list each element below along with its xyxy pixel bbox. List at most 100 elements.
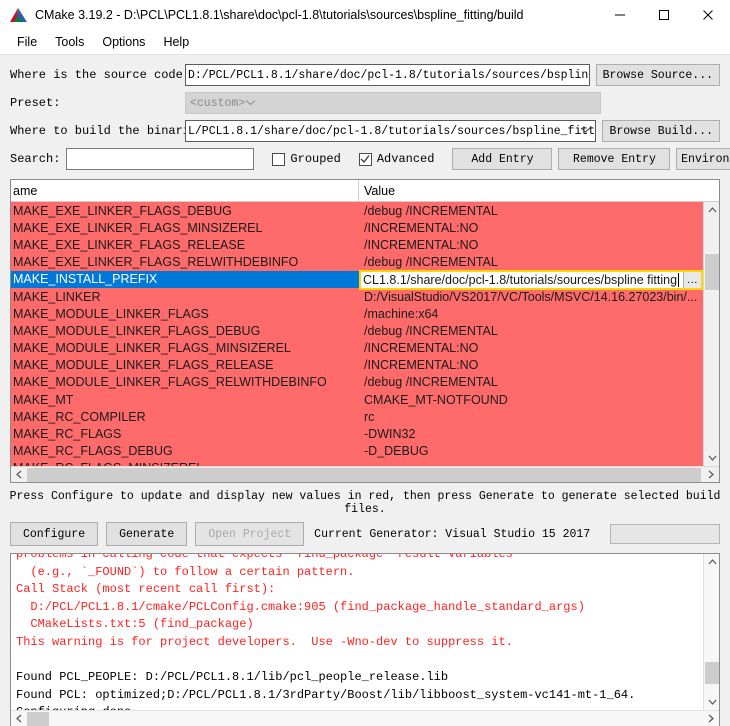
cell-variable-name: MAKE_RC_FLAGS_DEBUG bbox=[13, 444, 173, 459]
table-row[interactable]: MAKE_EXE_LINKER_FLAGS_DEBUG/debug /INCRE… bbox=[11, 202, 703, 220]
source-code-input[interactable]: D:/PCL/PCL1.8.1/share/doc/pcl-1.8/tutori… bbox=[185, 64, 590, 86]
grouped-checkbox-wrap[interactable]: Grouped bbox=[272, 152, 341, 166]
text-caret bbox=[678, 272, 680, 287]
current-generator-label: Current Generator: Visual Studio 15 2017 bbox=[314, 527, 591, 541]
chevron-down-icon bbox=[245, 97, 256, 110]
cell-variable-value: /INCREMENTAL:NO bbox=[364, 341, 479, 356]
cell-variable-name: MAKE_EXE_LINKER_FLAGS_DEBUG bbox=[13, 203, 232, 218]
configure-button[interactable]: Configure bbox=[10, 522, 99, 546]
add-entry-button[interactable]: Add Entry bbox=[452, 148, 553, 170]
column-header-value[interactable]: Value bbox=[359, 180, 719, 201]
table-row[interactable]: MAKE_MODULE_LINKER_FLAGS_RELEASE/INCREME… bbox=[11, 356, 703, 374]
log-hscroll-thumb[interactable] bbox=[27, 711, 49, 726]
table-row[interactable]: MAKE_MODULE_LINKER_FLAGS_RELWITHDEBINFO /… bbox=[11, 373, 703, 392]
chevron-down-icon[interactable] bbox=[580, 125, 591, 138]
cell-variable-name: MAKE_MODULE_LINKER_FLAGS_RELWITHDEBINFO bbox=[13, 375, 327, 390]
table-row[interactable]: MAKE_LINKER D:/VisualStudio/VS2017/VC/Too… bbox=[11, 287, 703, 306]
environment-button[interactable]: Environment... bbox=[676, 148, 730, 170]
preset-value: <custom> bbox=[190, 96, 246, 110]
cell-variable-value: /INCREMENTAL:NO bbox=[364, 220, 479, 235]
menu-item-file[interactable]: File bbox=[8, 33, 46, 51]
menu-item-tools[interactable]: Tools bbox=[46, 33, 93, 51]
table-row[interactable]: MAKE_RC_FLAGS_DEBUG -D_DEBUG bbox=[11, 442, 703, 460]
window-title: CMake 3.19.2 - D:\PCL\PCL1.8.1\share\doc… bbox=[35, 8, 524, 22]
preset-label: Preset: bbox=[10, 96, 61, 110]
table-row[interactable]: MAKE_MODULE_LINKER_FLAGS_DEBUG/debug /IN… bbox=[11, 322, 703, 340]
progress-bar bbox=[610, 524, 720, 544]
cache-variables-table: ame Value MAKE_EXE_LINKER_FLAGS_DEBUG/de… bbox=[10, 179, 720, 483]
table-rows: MAKE_EXE_LINKER_FLAGS_DEBUG/debug /INCRE… bbox=[11, 202, 703, 466]
scroll-left-icon[interactable] bbox=[11, 711, 27, 726]
table-horizontal-scrollbar[interactable] bbox=[11, 466, 719, 482]
log-horizontal-scrollbar[interactable] bbox=[11, 710, 719, 726]
advanced-checkbox-wrap[interactable]: Advanced bbox=[358, 152, 435, 166]
table-row[interactable]: MAKE_RC_COMPILER rc bbox=[11, 408, 703, 426]
cell-variable-name: MAKE_MODULE_LINKER_FLAGS bbox=[13, 306, 209, 321]
log-vertical-scrollbar[interactable] bbox=[703, 554, 719, 710]
search-label: Search: bbox=[10, 152, 61, 166]
advanced-label: Advanced bbox=[376, 152, 435, 166]
scroll-up-icon[interactable] bbox=[704, 554, 719, 570]
menu-item-help[interactable]: Help bbox=[154, 33, 198, 51]
log-output-panel: problems in calling code that expects `f… bbox=[10, 553, 720, 726]
search-row: Search: Grouped Advanced Add Entry Remov… bbox=[10, 147, 730, 171]
log-vscroll-thumb[interactable] bbox=[705, 662, 719, 684]
cell-variable-value: -DWIN32 bbox=[364, 427, 416, 442]
scroll-left-icon[interactable] bbox=[11, 467, 27, 483]
table-hscroll-track[interactable] bbox=[27, 467, 703, 482]
close-icon[interactable] bbox=[686, 0, 730, 30]
scroll-down-icon[interactable] bbox=[704, 694, 719, 710]
table-row[interactable]: MAKE_RC_FLAGS -DWIN32 bbox=[11, 425, 703, 443]
grouped-checkbox[interactable] bbox=[272, 152, 286, 166]
form-area: Where is the source code: D:/PCL/PCL1.8.… bbox=[0, 55, 730, 175]
minimize-icon[interactable] bbox=[598, 0, 642, 30]
log-lines[interactable]: problems in calling code that expects `f… bbox=[11, 554, 703, 710]
menu-bar: File Tools Options Help bbox=[0, 30, 730, 55]
preset-select[interactable]: <custom> bbox=[185, 92, 601, 114]
table-row[interactable]: MAKE_EXE_LINKER_FLAGS_MINSIZEREL/INCREME… bbox=[11, 219, 703, 237]
cell-variable-name: MAKE_MODULE_LINKER_FLAGS_RELEASE bbox=[13, 358, 274, 373]
maximize-icon[interactable] bbox=[642, 0, 686, 30]
table-vscroll-thumb[interactable] bbox=[705, 254, 719, 290]
table-row[interactable]: MAKE_MODULE_LINKER_FLAGS/machine:x64 bbox=[11, 305, 703, 323]
column-header-name[interactable]: ame bbox=[11, 180, 359, 201]
table-row[interactable]: MAKE_EXE_LINKER_FLAGS_RELEASE/INCREMENTA… bbox=[11, 236, 703, 254]
build-binaries-input[interactable]: L/PCL1.8.1/share/doc/pcl-1.8/tutorials/s… bbox=[185, 120, 597, 142]
log-line: CMakeLists.txt:5 (find_package) bbox=[16, 617, 254, 632]
log-line: D:/PCL/PCL1.8.1/cmake/PCLConfig.cmake:90… bbox=[16, 599, 585, 614]
scroll-right-icon[interactable] bbox=[703, 467, 719, 483]
browse-path-button[interactable]: ... bbox=[683, 271, 701, 288]
cell-variable-value: CMAKE_MT-NOTFOUND bbox=[364, 392, 508, 407]
log-line: This warning is for project developers. … bbox=[16, 634, 513, 649]
cell-variable-name: MAKE_MODULE_LINKER_FLAGS_DEBUG bbox=[13, 323, 261, 338]
table-row[interactable]: MAKE_EXE_LINKER_FLAGS_RELWITHDEBINFO/deb… bbox=[11, 253, 703, 271]
remove-entry-button[interactable]: Remove Entry bbox=[558, 148, 671, 170]
table-row[interactable]: MAKE_MODULE_LINKER_FLAGS_MINSIZEREL/INCR… bbox=[11, 339, 703, 357]
cell-variable-name: MAKE_EXE_LINKER_FLAGS_RELEASE bbox=[13, 237, 246, 252]
log-line: problems in calling code that expects `f… bbox=[16, 554, 513, 561]
cell-variable-name: MAKE_RC_FLAGS bbox=[13, 427, 122, 442]
search-input[interactable] bbox=[66, 148, 255, 170]
scroll-right-icon[interactable] bbox=[703, 711, 719, 726]
log-hscroll-track[interactable] bbox=[27, 711, 703, 726]
scroll-up-icon[interactable] bbox=[704, 202, 719, 218]
browse-build-button[interactable]: Browse Build... bbox=[602, 120, 720, 142]
cell-variable-value: /debug /INCREMENTAL bbox=[364, 375, 498, 390]
advanced-checkbox[interactable] bbox=[358, 152, 372, 166]
log-line: (e.g., `_FOUND`) to follow a certain pat… bbox=[16, 564, 355, 579]
open-project-button: Open Project bbox=[195, 522, 305, 546]
log-line: Found PCL_PEOPLE: D:/PCL/PCL1.8.1/lib/pc… bbox=[16, 670, 449, 685]
browse-source-button[interactable]: Browse Source... bbox=[595, 64, 720, 86]
scroll-down-icon[interactable] bbox=[704, 450, 719, 466]
value-editor[interactable]: CL1.8.1/share/doc/pcl-1.8/tutorials/sour… bbox=[359, 269, 703, 290]
generate-button[interactable]: Generate bbox=[106, 522, 188, 546]
table-hscroll-thumb[interactable] bbox=[27, 467, 701, 482]
value-editor-input[interactable]: CL1.8.1/share/doc/pcl-1.8/tutorials/sour… bbox=[361, 272, 683, 288]
grouped-label: Grouped bbox=[290, 152, 341, 166]
table-row[interactable]: MAKE_MT CMAKE_MT-NOTFOUND bbox=[11, 391, 703, 409]
table-vertical-scrollbar[interactable] bbox=[703, 202, 719, 466]
cell-variable-name: MAKE_RC_COMPILER bbox=[13, 409, 146, 424]
cell-variable-name: MAKE_MODULE_LINKER_FLAGS_MINSIZEREL bbox=[13, 341, 291, 356]
menu-item-options[interactable]: Options bbox=[93, 33, 154, 51]
